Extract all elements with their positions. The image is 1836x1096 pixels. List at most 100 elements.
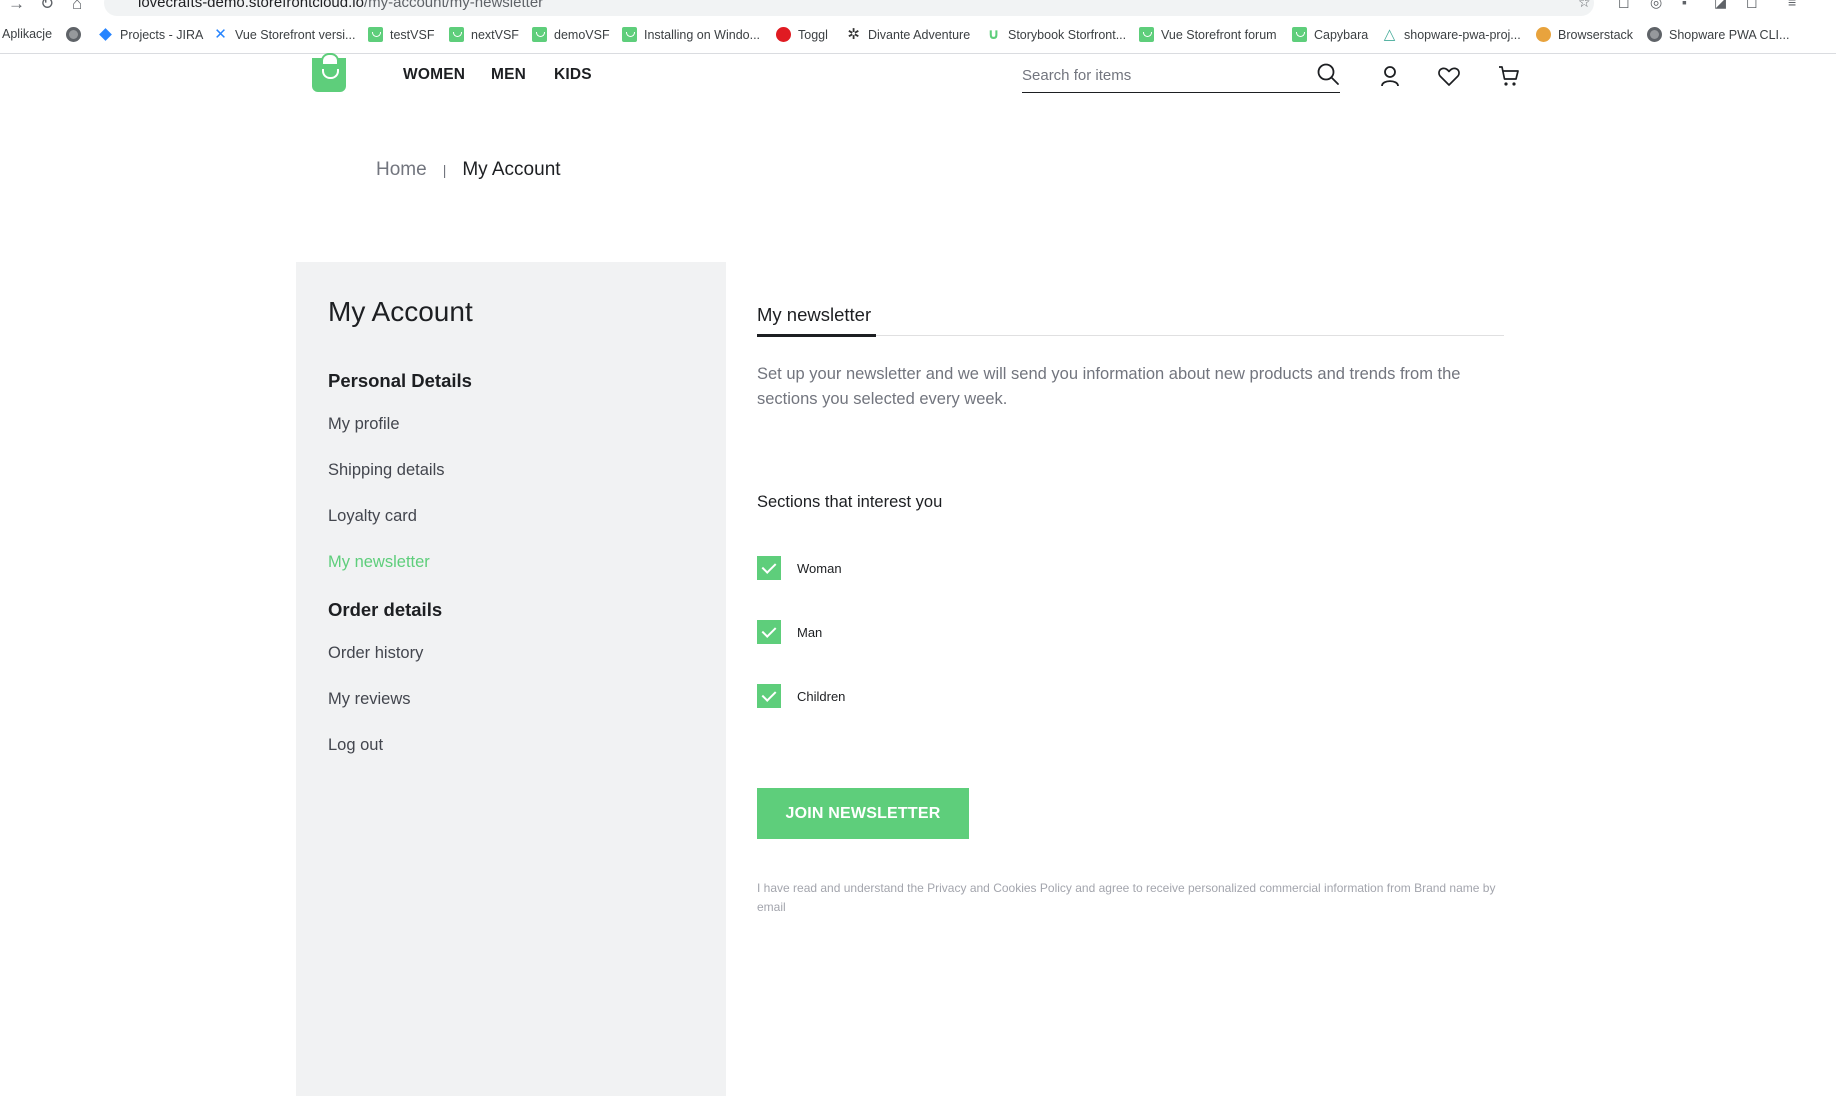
nav-women[interactable]: WOMEN: [403, 66, 465, 84]
order-details-heading: Order details: [328, 599, 443, 620]
nav-kids[interactable]: KIDS: [554, 66, 592, 84]
bookmark-vsf-forum[interactable]: Vue Storefront forum: [1139, 27, 1277, 42]
bookmark-label: nextVSF: [471, 27, 519, 42]
bookmark-apps[interactable]: Aplikacje: [2, 27, 52, 41]
cookies-policy-link[interactable]: Cookies Policy: [993, 881, 1072, 895]
join-newsletter-button[interactable]: JOIN NEWSLETTER: [757, 788, 969, 839]
tab-active-indicator: [757, 334, 876, 337]
home-icon[interactable]: ⌂: [72, 0, 82, 14]
extension-icon[interactable]: ◻: [1618, 0, 1630, 11]
bookmark-installing[interactable]: Installing on Windo...: [622, 27, 760, 42]
bookmark-storybook[interactable]: ∪ Storybook Storfront...: [986, 27, 1126, 42]
sidebar-item-shipping-details[interactable]: Shipping details: [328, 461, 445, 480]
sidebar-item-loyalty-card[interactable]: Loyalty card: [328, 507, 417, 526]
checkbox-label: Children: [797, 688, 846, 704]
newsletter-intro: Set up your newsletter and we will send …: [757, 365, 1461, 408]
privacy-link[interactable]: Privacy: [927, 881, 966, 895]
browserstack-icon: [1536, 27, 1551, 42]
wishlist-heart-icon[interactable]: [1437, 64, 1461, 88]
personal-details-heading: Personal Details: [328, 370, 472, 391]
bookmark-label: testVSF: [390, 27, 435, 42]
bookmark-label: Toggl: [798, 27, 828, 42]
vsf-icon: [532, 27, 547, 42]
nav-men[interactable]: MEN: [491, 66, 526, 84]
bookmark-divante[interactable]: ✲ Divante Adventure: [846, 27, 970, 42]
reload-icon[interactable]: ↻: [40, 0, 54, 14]
breadcrumb-separator: |: [442, 162, 447, 178]
bookmark-toggl[interactable]: Toggl: [776, 27, 828, 42]
globe-icon: [66, 27, 81, 42]
bookmark-vsf-versions[interactable]: ✕ Vue Storefront versi...: [213, 27, 355, 42]
bookmark-jira[interactable]: Projects - JIRA: [98, 27, 203, 42]
bookmark-label: Vue Storefront forum: [1161, 27, 1277, 42]
search-bar: [1022, 58, 1340, 93]
breadcrumb: Home | My Account: [376, 159, 561, 181]
divante-icon: ✲: [847, 26, 860, 43]
sidebar-item-my-reviews[interactable]: My reviews: [328, 690, 411, 709]
legal-notice: I have read and understand the Privacy a…: [757, 879, 1507, 917]
bookmark-label: Vue Storefront versi...: [235, 27, 356, 42]
vsf-icon: [1292, 27, 1307, 42]
bookmark-label: Storybook Storfront...: [1008, 27, 1127, 42]
checkbox-label: Man: [797, 624, 823, 640]
extension-icon[interactable]: ◎: [1650, 0, 1662, 11]
checkbox-man[interactable]: Man: [757, 620, 822, 644]
jira-icon: [98, 27, 113, 42]
search-icon[interactable]: [1316, 62, 1340, 86]
bookmark-label: Shopware PWA CLI...: [1669, 27, 1790, 42]
bookmark-demovsf[interactable]: demoVSF: [532, 27, 610, 42]
sidebar-item-order-history[interactable]: Order history: [328, 644, 423, 663]
store-logo[interactable]: [312, 53, 346, 92]
checkmark-icon[interactable]: [757, 684, 781, 708]
sidebar-item-my-newsletter[interactable]: My newsletter: [328, 553, 430, 572]
globe-icon: [1647, 27, 1662, 42]
checkbox-woman[interactable]: Woman: [757, 556, 842, 580]
shopware-icon: △: [1383, 26, 1396, 43]
browser-toolbar: → ↻ ⌂ lovecrafts-demo.storefrontcloud.io…: [0, 0, 1836, 16]
sidebar-item-my-profile[interactable]: My profile: [328, 415, 400, 434]
bookmarks-bar: Aplikacje Projects - JIRA ✕ Vue Storefron…: [0, 16, 1836, 54]
vsf-icon: [1139, 27, 1154, 42]
storybook-icon: ∪: [987, 26, 1000, 43]
vsf-icon: [622, 27, 637, 42]
search-input[interactable]: [1022, 64, 1302, 86]
breadcrumb-home[interactable]: Home: [376, 159, 427, 181]
bookmark-capybara[interactable]: Capybara: [1292, 27, 1368, 42]
bookmark-label: Installing on Windo...: [644, 27, 761, 42]
star-icon[interactable]: ☆: [1578, 0, 1591, 11]
bookmark-nextvsf[interactable]: nextVSF: [449, 27, 519, 42]
bookmark-testvsf[interactable]: testVSF: [368, 27, 434, 42]
sections-title: Sections that interest you: [757, 493, 943, 511]
bookmark-label: Capybara: [1314, 27, 1369, 42]
cart-icon[interactable]: [1497, 64, 1521, 88]
sidebar-title: My Account: [328, 296, 473, 327]
account-icon[interactable]: [1378, 64, 1402, 88]
bookmark-shopware-cli[interactable]: Shopware PWA CLI...: [1647, 27, 1789, 42]
extension-icon[interactable]: ◪: [1714, 0, 1727, 11]
bookmark-label: Browserstack: [1558, 27, 1634, 42]
bookmark-globe[interactable]: [66, 27, 81, 42]
tab-my-newsletter[interactable]: My newsletter: [757, 304, 871, 326]
address-text[interactable]: lovecrafts-demo.storefrontcloud.io/my-ac…: [138, 0, 543, 11]
toggl-icon: [776, 27, 791, 42]
account-sidebar: My Account Personal Details My profile S…: [296, 262, 726, 1096]
vsf-icon: [368, 27, 383, 42]
checkbox-label: Woman: [797, 560, 842, 576]
bookmark-label: Divante Adventure: [868, 27, 971, 42]
bookmark-label: Projects - JIRA: [120, 27, 204, 42]
checkmark-icon[interactable]: [757, 620, 781, 644]
extension-icon[interactable]: ◻: [1746, 0, 1758, 11]
forward-icon[interactable]: →: [8, 0, 25, 14]
extension-icon[interactable]: ▪: [1682, 0, 1687, 10]
bookmark-shopware-pwa[interactable]: △ shopware-pwa-proj...: [1382, 27, 1521, 42]
sidebar-item-log-out[interactable]: Log out: [328, 736, 383, 755]
bookmark-label: shopware-pwa-proj...: [1404, 27, 1521, 42]
bookmark-label: demoVSF: [554, 27, 610, 42]
legal-text: I have read and understand the: [757, 881, 924, 895]
checkmark-icon[interactable]: [757, 556, 781, 580]
legal-text: and: [969, 881, 990, 895]
checkbox-children[interactable]: Children: [757, 684, 845, 708]
bookmark-label: Aplikacje: [2, 27, 53, 41]
bookmark-browserstack[interactable]: Browserstack: [1536, 27, 1633, 42]
menu-icon[interactable]: ≡: [1788, 0, 1796, 10]
